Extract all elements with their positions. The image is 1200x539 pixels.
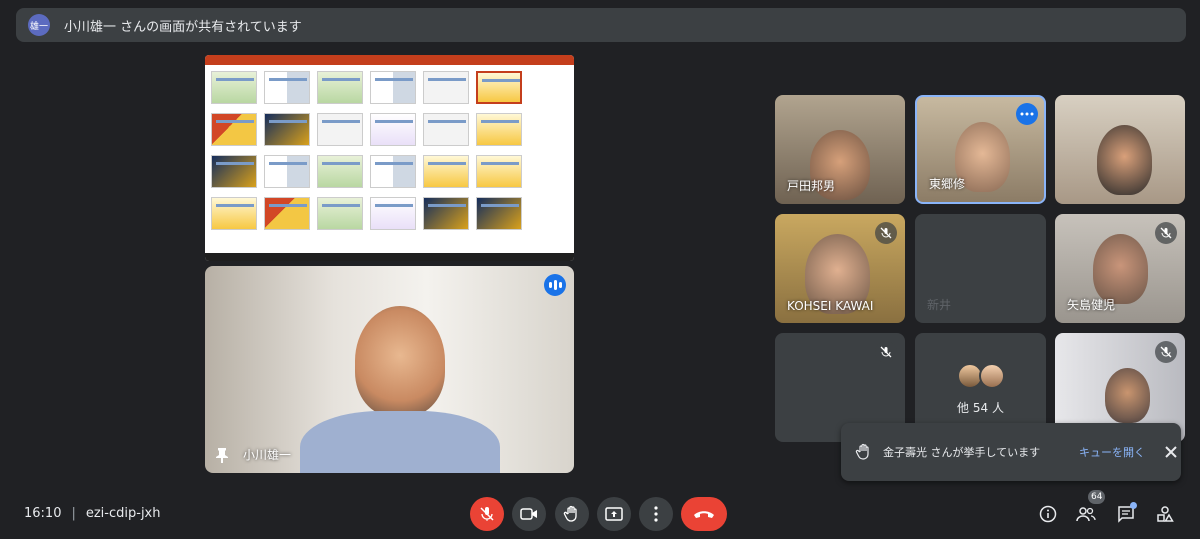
slide-thumbnail <box>317 197 363 230</box>
participant-tile[interactable]: 新井 <box>915 214 1046 323</box>
slide-thumbnail <box>370 113 416 146</box>
slide-thumbnail <box>476 71 522 104</box>
camera-toggle-button[interactable] <box>512 497 546 531</box>
more-options-button[interactable] <box>639 497 673 531</box>
hand-icon <box>855 443 869 460</box>
divider: | <box>71 506 76 521</box>
slide-thumbnail <box>264 197 310 230</box>
present-icon <box>605 507 623 521</box>
slide-thumbnail <box>476 155 522 188</box>
participant-tile[interactable]: KOHSEI KAWAI <box>775 214 905 323</box>
participant-count-badge: 64 <box>1088 490 1106 504</box>
more-vertical-icon <box>654 506 658 522</box>
pin-icon[interactable] <box>215 447 229 463</box>
participant-video-figure <box>1093 234 1148 304</box>
slide-thumbnail <box>264 113 310 146</box>
slide-thumbnail <box>476 197 522 230</box>
toast-message: 金子壽光 さんが挙手しています <box>883 446 1041 459</box>
banner-text: 小川雄一 さんの画面が共有されています <box>64 19 302 35</box>
people-icon <box>1076 507 1096 522</box>
slide-thumbnail <box>211 155 257 188</box>
mic-toggle-button[interactable] <box>470 497 504 531</box>
mic-off-icon <box>1155 341 1177 363</box>
presenter-video-body <box>300 411 500 473</box>
participant-name: 戸田邦男 <box>787 179 836 193</box>
slide-thumbnail <box>370 71 416 104</box>
slide-thumbnail <box>317 155 363 188</box>
mic-off-icon <box>1155 222 1177 244</box>
slide-thumbnail <box>264 155 310 188</box>
mic-off-icon <box>480 507 494 521</box>
slide-sorter <box>211 71 531 230</box>
slide-thumbnail <box>370 155 416 188</box>
slide-thumbnail <box>317 113 363 146</box>
present-screen-button[interactable] <box>597 497 631 531</box>
meeting-info: 16:10 | ezi-cdip-jxh <box>24 506 160 521</box>
more-options-button[interactable] <box>1016 103 1038 125</box>
slide-thumbnail <box>423 113 469 146</box>
hang-up-icon <box>694 511 714 518</box>
slide-thumbnail <box>370 197 416 230</box>
slide-thumbnail <box>264 71 310 104</box>
info-icon <box>1039 505 1057 523</box>
participant-video-figure <box>1097 125 1152 195</box>
participant-name: 新井 <box>927 298 952 312</box>
slide-thumbnail <box>423 197 469 230</box>
raise-hand-button[interactable] <box>555 497 589 531</box>
screen-titlebar <box>205 55 574 65</box>
participant-name: 東郷修 <box>929 177 966 191</box>
people-button[interactable] <box>1072 500 1100 528</box>
hand-raised-toast: 金子壽光 さんが挙手しています キューを開く <box>841 423 1181 481</box>
more-horizontal-icon <box>1020 112 1034 116</box>
avatar <box>979 363 1005 389</box>
presenter-video-figure <box>355 306 445 416</box>
meeting-time: 16:10 <box>24 506 62 521</box>
leave-call-button[interactable] <box>681 497 727 531</box>
meet-window: 雄一 小川雄一 さんの画面が共有されています 小川雄一 戸田邦男 東郷修 KOH… <box>0 0 1200 539</box>
presenter-avatar: 雄一 <box>28 14 50 36</box>
screen-statusbar <box>205 253 574 261</box>
presenter-name: 小川雄一 <box>243 448 292 462</box>
slide-thumbnail <box>476 113 522 146</box>
shared-screen[interactable] <box>205 55 574 261</box>
hand-icon <box>563 505 577 522</box>
slide-thumbnail <box>317 71 363 104</box>
activities-button[interactable] <box>1151 500 1179 528</box>
participant-tile[interactable]: 矢島健児 <box>1055 214 1185 323</box>
meeting-code: ezi-cdip-jxh <box>85 506 161 521</box>
activities-icon <box>1157 506 1174 522</box>
mic-off-icon <box>875 341 897 363</box>
presenter-tile[interactable]: 小川雄一 <box>205 266 574 473</box>
open-queue-link[interactable]: キューを開く <box>1079 444 1145 460</box>
slide-thumbnail <box>423 155 469 188</box>
participant-video-figure <box>1105 368 1150 423</box>
speaking-indicator-icon <box>544 274 566 296</box>
close-icon[interactable] <box>1163 444 1179 460</box>
slide-thumbnail <box>211 113 257 146</box>
unread-dot <box>1130 502 1137 509</box>
slide-thumbnail <box>211 71 257 104</box>
participant-tile[interactable]: 東郷修 <box>915 95 1046 204</box>
others-avatar-stack <box>957 363 1005 389</box>
camera-icon <box>520 508 537 520</box>
participant-name: KOHSEI KAWAI <box>787 299 874 313</box>
mic-off-icon <box>875 222 897 244</box>
participant-name: 矢島健児 <box>1067 298 1116 312</box>
participant-tile[interactable] <box>1055 95 1185 204</box>
participant-tile[interactable]: 戸田邦男 <box>775 95 905 204</box>
presentation-banner: 雄一 小川雄一 さんの画面が共有されています <box>16 8 1186 42</box>
others-count-label: 他 54 人 <box>957 401 1004 415</box>
slide-thumbnail <box>423 71 469 104</box>
slide-thumbnail <box>211 197 257 230</box>
meeting-details-button[interactable] <box>1034 500 1062 528</box>
